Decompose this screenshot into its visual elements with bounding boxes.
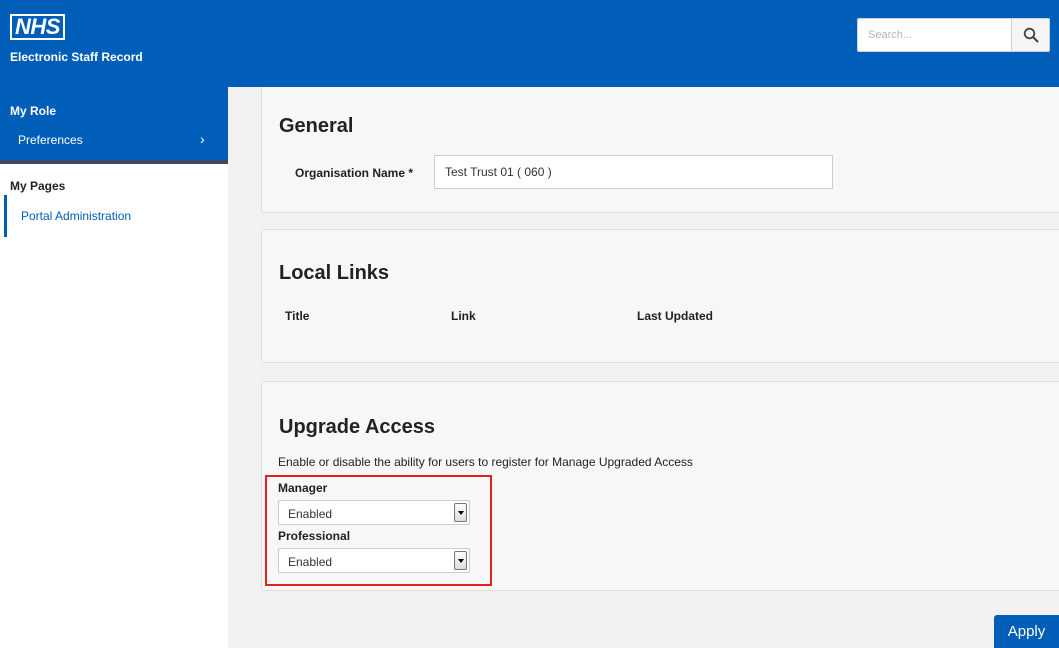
my-pages-title: My Pages xyxy=(10,179,66,193)
search-button[interactable] xyxy=(1011,19,1049,51)
upgrade-access-description: Enable or disable the ability for users … xyxy=(278,455,693,469)
organisation-name-input[interactable] xyxy=(434,155,833,189)
manager-select[interactable]: Enabled xyxy=(278,500,470,525)
organisation-name-label: Organisation Name * xyxy=(295,166,414,180)
professional-select[interactable]: Enabled xyxy=(278,548,470,573)
column-header-link: Link xyxy=(451,309,476,323)
search-input[interactable] xyxy=(858,19,1013,51)
app-title: Electronic Staff Record xyxy=(10,50,143,64)
sidebar-item-portal-administration[interactable]: Portal Administration xyxy=(4,195,228,237)
professional-label: Professional xyxy=(278,529,351,543)
manager-label: Manager xyxy=(278,481,328,495)
dropdown-arrow-icon xyxy=(454,503,467,522)
general-title: General xyxy=(279,115,354,137)
sidebar: My Role Preferences › My Pages Portal Ad… xyxy=(0,87,228,648)
local-links-panel: Local Links Title Link Last Updated xyxy=(261,229,1059,363)
main-content: General Organisation Name * Local Links … xyxy=(228,87,1059,648)
my-role-section: My Role Preferences › xyxy=(0,87,228,164)
chevron-right-icon: › xyxy=(200,131,205,147)
nhs-logo: NHS xyxy=(10,14,65,40)
column-header-title: Title xyxy=(285,309,310,323)
apply-button[interactable]: Apply xyxy=(994,615,1059,648)
local-links-title: Local Links xyxy=(279,262,390,284)
upgrade-access-panel: Upgrade Access Enable or disable the abi… xyxy=(261,381,1059,591)
dropdown-arrow-icon xyxy=(454,551,467,570)
my-role-title: My Role xyxy=(10,104,57,118)
general-panel: General Organisation Name * xyxy=(261,87,1059,213)
magnifier-icon xyxy=(1023,27,1038,43)
manager-select-value: Enabled xyxy=(288,507,333,521)
professional-select-value: Enabled xyxy=(288,555,333,569)
column-header-last-updated: Last Updated xyxy=(637,309,714,323)
sidebar-item-label: Preferences xyxy=(18,133,83,147)
search-box xyxy=(857,18,1050,52)
sidebar-item-preferences[interactable]: Preferences › xyxy=(0,127,228,155)
upgrade-access-title: Upgrade Access xyxy=(279,416,435,438)
sidebar-item-label: Portal Administration xyxy=(21,209,132,223)
app-header: NHS Electronic Staff Record xyxy=(0,0,1059,87)
